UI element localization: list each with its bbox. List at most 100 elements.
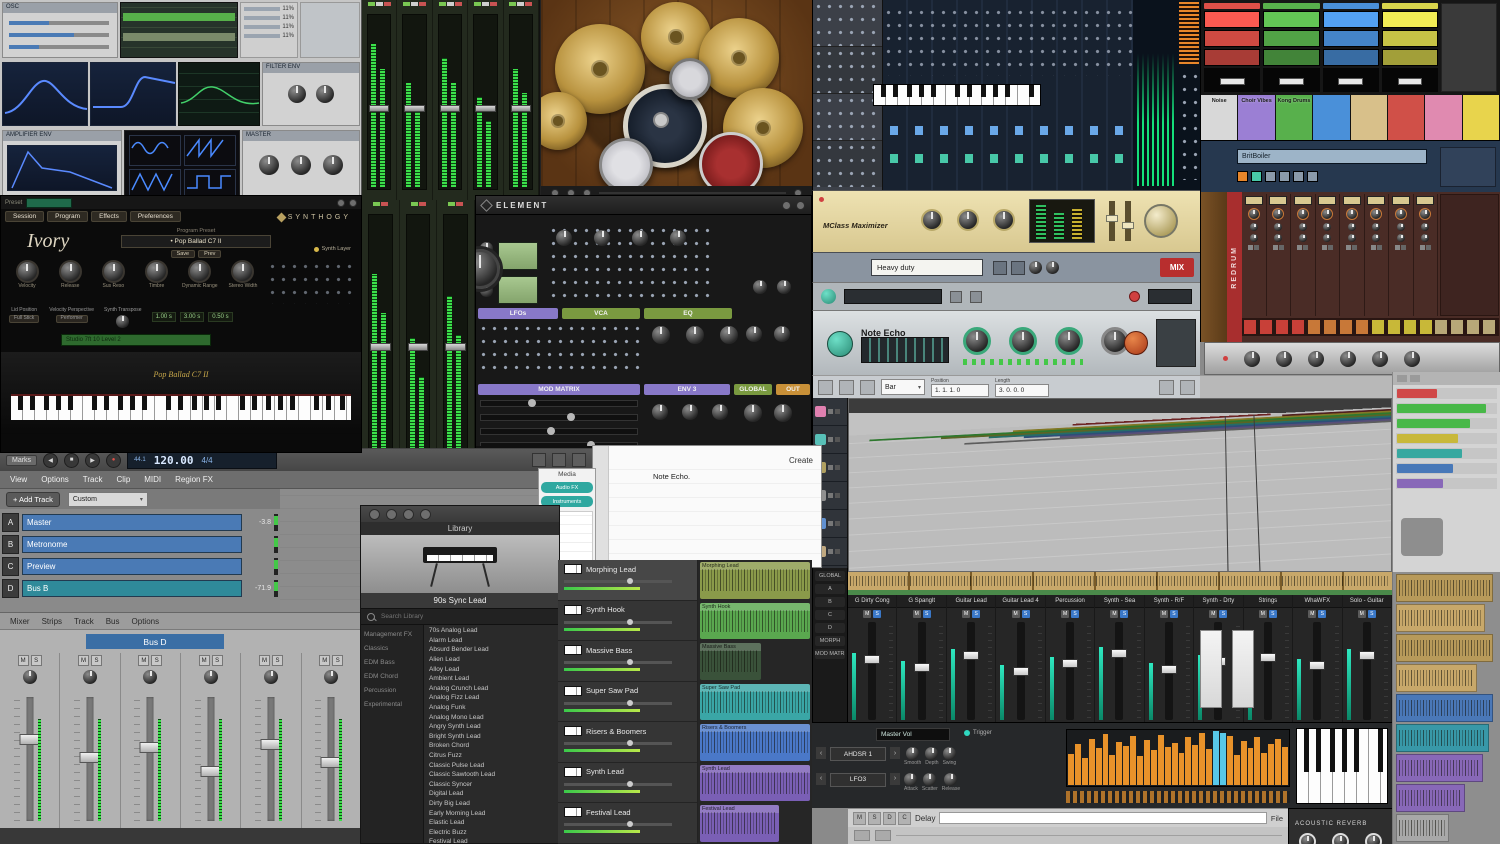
- mini-button[interactable]: [950, 291, 962, 303]
- play-button[interactable]: ▶: [85, 453, 100, 468]
- ivory-tab[interactable]: Preferences: [130, 211, 181, 222]
- fx-knob[interactable]: [316, 85, 334, 103]
- mute-button[interactable]: [1297, 245, 1302, 250]
- mute-button[interactable]: M: [1209, 610, 1217, 618]
- pad[interactable]: [1323, 11, 1379, 28]
- step-bar[interactable]: [1241, 741, 1247, 785]
- tone-knob[interactable]: [1397, 234, 1405, 242]
- gb-region-clip[interactable]: Synth Hook: [700, 603, 810, 640]
- step-bar[interactable]: [1151, 750, 1157, 785]
- region-clip[interactable]: [1396, 604, 1485, 632]
- mute-button[interactable]: M: [138, 655, 149, 666]
- mod-knob[interactable]: [923, 773, 936, 786]
- pad[interactable]: [1263, 49, 1319, 66]
- slot-button[interactable]: [1251, 171, 1262, 182]
- synth-knob[interactable]: [632, 230, 648, 246]
- strip-button[interactable]: [373, 202, 380, 206]
- rack-device[interactable]: [1388, 95, 1425, 140]
- library-patch[interactable]: Analog Mono Lead: [424, 712, 559, 722]
- mod-knob[interactable]: [904, 773, 917, 786]
- group-header[interactable]: [1204, 3, 1260, 9]
- tone-knob[interactable]: [1348, 234, 1356, 242]
- strip-button[interactable]: [403, 2, 410, 6]
- step-bar[interactable]: [1082, 758, 1088, 785]
- combi-button[interactable]: [993, 261, 1007, 275]
- strip-button[interactable]: [376, 2, 383, 6]
- env-time-value[interactable]: 1.00 s: [152, 312, 176, 322]
- region-clip[interactable]: [1396, 784, 1465, 812]
- solo-button[interactable]: S: [91, 655, 102, 666]
- tone-knob[interactable]: [1274, 234, 1282, 242]
- mod-source-row[interactable]: ‹ LFO3 › Attack Scatter Release: [816, 773, 1064, 793]
- gb-region-clip[interactable]: Super Saw Pad: [700, 684, 810, 721]
- level-knob[interactable]: [1250, 223, 1258, 231]
- solo-button[interactable]: S: [31, 655, 42, 666]
- morph-fader[interactable]: [1232, 630, 1254, 708]
- ivory-knob[interactable]: Dynamic Range: [182, 260, 218, 290]
- level-knob[interactable]: [1274, 223, 1282, 231]
- solo-button[interactable]: S: [923, 610, 931, 618]
- quantize-dropdown[interactable]: Bar▾: [881, 379, 925, 395]
- library-patch[interactable]: Citrus Fuzz: [424, 751, 559, 761]
- rack-device[interactable]: [813, 0, 882, 47]
- pitch-knob[interactable]: [1321, 208, 1333, 220]
- tone-knob[interactable]: [1323, 234, 1331, 242]
- device-knob[interactable]: [1276, 351, 1292, 367]
- fader-cap[interactable]: [200, 766, 220, 777]
- toolbar-icon[interactable]: [403, 509, 414, 520]
- solo-button[interactable]: [1279, 245, 1284, 250]
- library-category[interactable]: Management FX: [361, 627, 423, 641]
- mute-button[interactable]: M: [319, 655, 330, 666]
- tone-knob[interactable]: [1250, 234, 1258, 242]
- gb-track-header[interactable]: Festival Lead: [558, 803, 697, 844]
- mod-source-name[interactable]: AHDSR 1: [830, 747, 886, 761]
- pad[interactable]: [1204, 11, 1260, 28]
- redrum-channel[interactable]: [1340, 194, 1365, 316]
- global-knob[interactable]: [746, 326, 762, 342]
- solo-button[interactable]: [1328, 245, 1333, 250]
- fader-cap[interactable]: [369, 105, 389, 112]
- env-knob[interactable]: [682, 404, 698, 420]
- solo-button[interactable]: [835, 437, 840, 442]
- strip-button[interactable]: [525, 2, 532, 6]
- header-chip[interactable]: [1397, 375, 1407, 382]
- fader-cap[interactable]: [260, 739, 280, 750]
- output-knob[interactable]: [1144, 204, 1178, 238]
- env-time-value[interactable]: 3.00 s: [180, 312, 204, 322]
- step-bar[interactable]: [1192, 745, 1198, 785]
- mute-button[interactable]: [1371, 245, 1376, 250]
- fader-cap[interactable]: [1260, 653, 1276, 662]
- gb-track-header[interactable]: Synth Hook: [558, 601, 697, 642]
- library-patch[interactable]: Elastic Lead: [424, 818, 559, 828]
- channel-strip[interactable]: G Spanglt M S: [897, 595, 946, 722]
- channel-strip[interactable]: G Dirty Cong M S: [848, 595, 897, 722]
- mod-slider[interactable]: [480, 428, 638, 435]
- rack-tom[interactable]: [669, 58, 711, 100]
- toolbar-icon[interactable]: [386, 509, 397, 520]
- pitch-knob[interactable]: [1370, 208, 1382, 220]
- wave-tile[interactable]: [129, 135, 181, 166]
- prev-arrow-icon[interactable]: ‹: [816, 747, 826, 759]
- echo-knob[interactable]: [963, 327, 991, 355]
- step-bar[interactable]: [1213, 731, 1219, 785]
- group-header[interactable]: [1323, 3, 1379, 9]
- step-bar[interactable]: [1199, 733, 1205, 785]
- track-name-bar[interactable]: Preview: [22, 558, 242, 575]
- gb-track-header[interactable]: Super Saw Pad: [558, 682, 697, 723]
- titlebar-button[interactable]: [349, 199, 357, 207]
- step-bar[interactable]: [1172, 743, 1178, 785]
- solo-button[interactable]: S: [972, 610, 980, 618]
- tempo-value[interactable]: 120.00: [154, 454, 194, 467]
- region-clip[interactable]: [1396, 634, 1493, 662]
- slot-button[interactable]: [1307, 171, 1318, 182]
- slider[interactable]: [9, 33, 109, 37]
- mini-button[interactable]: M: [853, 812, 866, 825]
- titlebar-button[interactable]: [782, 201, 791, 210]
- lid-value[interactable]: Full Stick: [9, 315, 39, 323]
- strip-button[interactable]: [490, 2, 497, 6]
- step-bar[interactable]: [1158, 735, 1164, 785]
- mini-clip[interactable]: [1397, 419, 1470, 428]
- device-power-button[interactable]: [827, 331, 853, 357]
- library-patch[interactable]: Electric Buzz: [424, 827, 559, 837]
- tone-knob[interactable]: [1372, 234, 1380, 242]
